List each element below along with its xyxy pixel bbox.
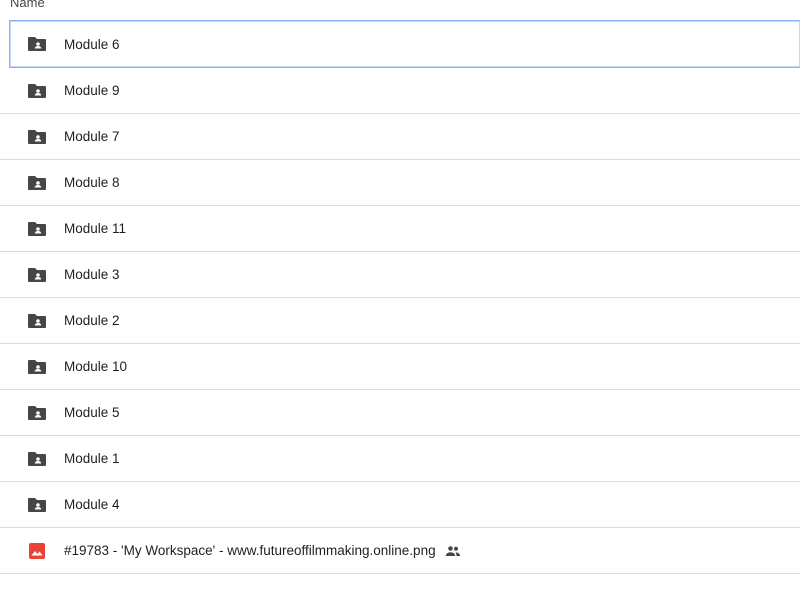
image-file-icon bbox=[26, 540, 48, 562]
file-name: Module 7 bbox=[64, 129, 120, 144]
file-name: Module 3 bbox=[64, 267, 120, 282]
list-item[interactable]: #19783 - 'My Workspace' - www.futureoffi… bbox=[0, 528, 800, 574]
file-name: Module 6 bbox=[64, 36, 120, 52]
file-name: Module 8 bbox=[64, 175, 120, 190]
file-name: Module 10 bbox=[64, 359, 128, 374]
shared-folder-icon bbox=[26, 356, 48, 378]
list-item[interactable]: Module 8 bbox=[0, 160, 800, 206]
shared-folder-icon bbox=[26, 310, 48, 332]
name-column-header[interactable]: Name bbox=[10, 0, 45, 11]
list-item[interactable]: Module 9 bbox=[0, 68, 800, 114]
file-name: Module 11 bbox=[64, 221, 127, 236]
list-item[interactable]: Module 2 bbox=[0, 298, 800, 344]
list-item[interactable]: Module 1 bbox=[0, 436, 800, 482]
file-name: #19783 - 'My Workspace' - www.futureoffi… bbox=[64, 543, 436, 558]
people-icon bbox=[445, 545, 461, 557]
shared-folder-icon bbox=[26, 402, 48, 424]
file-name: Module 4 bbox=[64, 497, 120, 512]
file-list: Module 6 Module 9 Module 7 Module 8 Modu bbox=[0, 20, 800, 594]
shared-folder-icon bbox=[26, 172, 48, 194]
drive-file-list-page: Name Module 6 Module 9 Module 7 Module 8 bbox=[0, 0, 800, 600]
shared-folder-icon bbox=[26, 33, 48, 55]
file-name: Module 1 bbox=[64, 451, 120, 466]
list-item[interactable]: Module 6 bbox=[9, 20, 800, 68]
list-item[interactable]: Module 10 bbox=[0, 344, 800, 390]
list-item[interactable]: Module 3 bbox=[0, 252, 800, 298]
shared-folder-icon bbox=[26, 126, 48, 148]
list-item[interactable]: Module 5 bbox=[0, 390, 800, 436]
list-item[interactable]: Module 4 bbox=[0, 482, 800, 528]
shared-folder-icon bbox=[26, 448, 48, 470]
shared-folder-icon bbox=[26, 494, 48, 516]
list-item[interactable]: Module 7 bbox=[0, 114, 800, 160]
shared-folder-icon bbox=[26, 80, 48, 102]
shared-folder-icon bbox=[26, 264, 48, 286]
file-name: Module 9 bbox=[64, 83, 120, 98]
list-item[interactable]: Module 11 bbox=[0, 206, 800, 252]
list-item-partial[interactable] bbox=[0, 574, 800, 594]
file-name: Module 2 bbox=[64, 313, 120, 328]
shared-folder-icon bbox=[26, 218, 48, 240]
file-name: Module 5 bbox=[64, 405, 120, 420]
